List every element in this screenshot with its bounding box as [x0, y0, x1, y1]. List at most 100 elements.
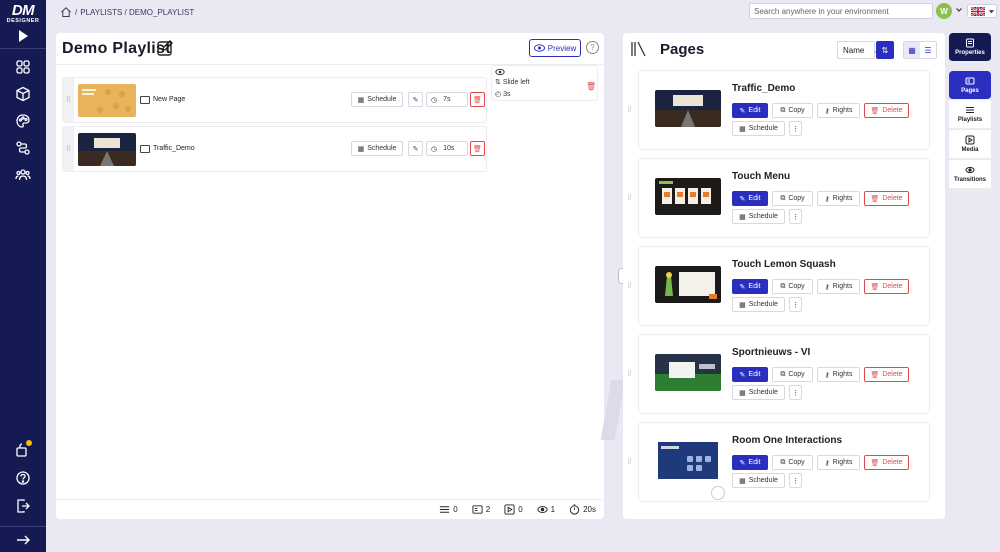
edit-button[interactable]: ✎ Edit: [732, 455, 768, 470]
schedule-button[interactable]: ▦ Schedule: [351, 141, 403, 156]
copy-button[interactable]: ⧉ Copy: [772, 367, 813, 382]
more-options-icon[interactable]: ⋮: [789, 209, 802, 224]
preview-button[interactable]: Preview: [529, 39, 581, 57]
more-options-icon[interactable]: ⋮: [789, 297, 802, 312]
duration-input[interactable]: ◷ 7s: [426, 92, 468, 107]
drag-handle-icon[interactable]: ⠿: [627, 370, 632, 378]
tab-transitions[interactable]: Transitions: [949, 160, 991, 189]
chevron-down-icon[interactable]: [955, 6, 963, 14]
tab-properties[interactable]: Properties: [949, 33, 991, 62]
help-icon[interactable]: [13, 468, 33, 488]
copy-button[interactable]: ⧉ Copy: [772, 279, 813, 294]
copy-icon: ⧉: [780, 282, 786, 290]
transition-effect: ⇅ Slide left: [495, 79, 530, 86]
avatar[interactable]: W: [936, 3, 952, 19]
drag-handle-icon[interactable]: ⠿: [627, 458, 632, 466]
list-view-icon[interactable]: ☰: [920, 42, 936, 58]
more-options-icon[interactable]: ⋮: [789, 385, 802, 400]
edit-button[interactable]: ✎ Edit: [732, 103, 768, 118]
sort-direction-button[interactable]: ⇅: [876, 41, 894, 59]
edit-label: Edit: [748, 195, 761, 202]
transitions-icon: [965, 166, 975, 174]
tab-media[interactable]: Media: [949, 130, 991, 159]
notifications-icon[interactable]: [13, 440, 33, 460]
rights-button[interactable]: ⚷ Rights: [817, 367, 860, 382]
palette-icon[interactable]: [13, 111, 33, 131]
rights-button[interactable]: ⚷ Rights: [817, 191, 860, 206]
drag-handle-icon[interactable]: ⠿: [63, 78, 74, 122]
delete-button[interactable]: 🗑 Delete: [864, 367, 909, 382]
tab-pages[interactable]: Pages: [949, 71, 991, 100]
edit-button[interactable]: ✎ Edit: [732, 191, 768, 206]
delete-button[interactable]: 🗑 Delete: [864, 279, 909, 294]
stat-media: 0: [504, 504, 523, 515]
schedule-button[interactable]: ▦ Schedule: [732, 121, 785, 136]
media-icon: [965, 135, 975, 145]
logout-icon[interactable]: [13, 496, 33, 516]
tab-playlists[interactable]: Playlists: [949, 100, 991, 129]
sort-select-value: Name: [843, 45, 865, 55]
edit-button[interactable]: ✎ Edit: [732, 367, 768, 382]
delete-transition-icon[interactable]: 🗑: [586, 82, 596, 91]
page-card[interactable]: ⠿ Sportnieuws - VI ✎ Edit ⧉ Copy ⚷ Rights 🗑…: [627, 334, 930, 414]
transition-effect-label: Slide left: [502, 79, 530, 86]
help-circle-icon[interactable]: ?: [586, 41, 599, 54]
cube-icon[interactable]: [13, 84, 33, 104]
copy-icon: ⧉: [780, 458, 786, 466]
delete-item-button[interactable]: 🗑: [470, 141, 485, 156]
page-card[interactable]: ⠿ Room One Interactions ✎ Edit ⧉ Copy ⚷ Rig…: [627, 422, 930, 502]
delete-label: Delete: [882, 283, 903, 290]
list-icon: [440, 506, 450, 513]
more-options-icon[interactable]: ⋮: [789, 473, 802, 488]
copy-icon: ⧉: [780, 106, 786, 114]
page-card[interactable]: ⠿ Touch Lemon Squash ✎ Edit ⧉ Copy ⚷ Rights…: [627, 246, 930, 326]
duration-input[interactable]: ◷ 10s: [426, 141, 468, 156]
edit-icon: ✎: [739, 195, 746, 203]
users-group-icon[interactable]: [13, 165, 33, 185]
language-select[interactable]: [967, 4, 997, 18]
schedule-button[interactable]: ▦ Schedule: [732, 297, 785, 312]
schedule-button[interactable]: ▦ Schedule: [351, 92, 403, 107]
layouts-icon[interactable]: [13, 57, 33, 77]
page-card[interactable]: ⠿ Touch Menu ✎ Edit ⧉ Copy ⚷ Rights 🗑 Delete…: [627, 158, 930, 238]
playlist-item[interactable]: ⠿ Traffic_Demo ▦ Schedule ✎ ◷ 10s 🗑: [62, 126, 487, 172]
playlist-item[interactable]: ⠿ New Page ▦ Schedule ✎ ◷ 7s 🗑: [62, 77, 487, 123]
play-icon[interactable]: [13, 26, 33, 46]
drag-handle-icon[interactable]: ⠿: [63, 127, 74, 171]
rights-label: Rights: [832, 107, 853, 114]
rights-button[interactable]: ⚷ Rights: [817, 103, 860, 118]
sort-select[interactable]: Name⌄: [837, 41, 879, 59]
more-options-icon[interactable]: ⋮: [789, 121, 802, 136]
expand-arrow-icon[interactable]: [13, 530, 33, 550]
loading-spinner-icon: [711, 486, 725, 500]
edit-item-button[interactable]: ✎: [408, 92, 423, 107]
copy-button[interactable]: ⧉ Copy: [772, 455, 813, 470]
page-card[interactable]: ⠿ Traffic_Demo ✎ Edit ⧉ Copy ⚷ Rights 🗑 Dele…: [627, 70, 930, 150]
breadcrumb-path[interactable]: PLAYLISTS / DEMO_PLAYLIST: [80, 8, 194, 17]
stat-media-count: 0: [518, 505, 523, 514]
rights-button[interactable]: ⚷ Rights: [817, 455, 860, 470]
tab-label: Playlists: [957, 117, 983, 123]
page-title: Demo Playlist: [62, 40, 171, 57]
drag-handle-icon[interactable]: ⠿: [627, 194, 632, 202]
schedule-button[interactable]: ▦ Schedule: [732, 473, 785, 488]
delete-button[interactable]: 🗑 Delete: [864, 455, 909, 470]
edit-title-icon[interactable]: [156, 39, 174, 57]
delete-button[interactable]: 🗑 Delete: [864, 191, 909, 206]
edit-button[interactable]: ✎ Edit: [732, 279, 768, 294]
grid-view-icon[interactable]: ▦: [904, 42, 920, 58]
schedule-button[interactable]: ▦ Schedule: [732, 209, 785, 224]
drag-handle-icon[interactable]: ⠿: [627, 282, 632, 290]
copy-button[interactable]: ⧉ Copy: [772, 103, 813, 118]
route-icon[interactable]: [13, 138, 33, 158]
copy-button[interactable]: ⧉ Copy: [772, 191, 813, 206]
schedule-button[interactable]: ▦ Schedule: [732, 385, 785, 400]
search-input[interactable]: Search anywhere in your environment: [749, 3, 933, 19]
home-icon[interactable]: [60, 6, 72, 18]
edit-item-button[interactable]: ✎: [408, 141, 423, 156]
drag-handle-icon[interactable]: ⠿: [627, 106, 632, 114]
delete-button[interactable]: 🗑 Delete: [864, 103, 909, 118]
transition-card[interactable]: ⇅ Slide left ◴ 3s 🗑: [491, 65, 598, 101]
delete-item-button[interactable]: 🗑: [470, 92, 485, 107]
rights-button[interactable]: ⚷ Rights: [817, 279, 860, 294]
